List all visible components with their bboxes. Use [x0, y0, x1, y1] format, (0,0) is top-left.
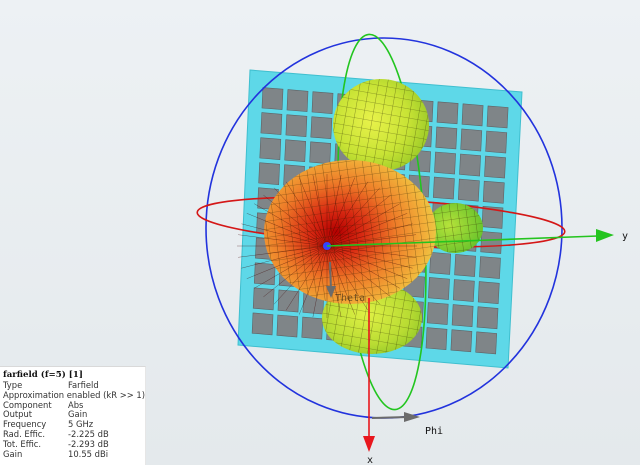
patch-element — [277, 289, 300, 313]
patch-element — [459, 153, 481, 177]
y-axis-label: y — [622, 231, 628, 242]
patch-element — [434, 151, 456, 175]
patch-element — [450, 329, 473, 353]
patch-element — [476, 306, 499, 330]
patch-element — [452, 279, 475, 302]
x-axis-arrowhead — [363, 436, 375, 452]
patch-element — [251, 312, 274, 336]
phi-axis-line — [371, 416, 409, 419]
x-axis-label: x — [367, 455, 373, 465]
theta-axis-label: Theta — [335, 293, 365, 304]
patch-element — [258, 162, 280, 186]
patch-element — [461, 103, 484, 127]
patch-element — [285, 114, 308, 138]
patch-element — [284, 139, 307, 163]
patch-element — [309, 141, 332, 165]
patch-element — [475, 331, 498, 355]
phi-axis-arrowhead — [404, 412, 420, 422]
patch-element — [311, 91, 334, 115]
patch-element — [428, 277, 450, 300]
patch-element — [286, 89, 309, 112]
top-lobe-mesh — [333, 79, 429, 171]
patch-element — [457, 178, 480, 202]
patch-element — [435, 126, 458, 150]
info-row-value: 10.55 dBi — [68, 448, 109, 459]
patch-element — [480, 231, 503, 254]
farfield-3d-viewport[interactable]: y Phi Theta x farfield (f=5) [1] Type Far… — [0, 0, 640, 465]
patch-element — [260, 112, 283, 135]
patch-element — [426, 302, 449, 325]
patch-element — [429, 251, 452, 275]
patch-element — [485, 130, 508, 154]
patch-element — [460, 128, 483, 152]
info-row: Gain 10.55 dBi — [3, 448, 145, 460]
info-row-key: Gain — [3, 448, 23, 459]
phi-axis-label: Phi — [425, 426, 443, 437]
y-axis-arrowhead — [596, 229, 614, 242]
patch-element — [301, 316, 324, 340]
farfield-info-panel: farfield (f=5) [1] Type Farfield Approxima… — [0, 366, 146, 465]
patch-element — [436, 101, 459, 125]
patch-element — [310, 116, 333, 140]
patch-element — [454, 254, 476, 277]
patch-element — [484, 155, 506, 179]
patch-element — [276, 314, 299, 338]
patch-element — [259, 137, 282, 161]
patch-element — [479, 256, 501, 279]
patch-element — [253, 262, 276, 286]
info-panel-rows: Type Farfield Approximation enabled (kR >> … — [3, 380, 145, 460]
patch-element — [425, 327, 448, 351]
patch-element — [261, 87, 284, 110]
patch-element — [477, 281, 500, 305]
patch-element — [432, 176, 455, 200]
theta-axis-line — [329, 261, 332, 291]
patch-element — [482, 180, 505, 204]
patch-element — [451, 304, 474, 328]
patch-element — [486, 105, 509, 129]
